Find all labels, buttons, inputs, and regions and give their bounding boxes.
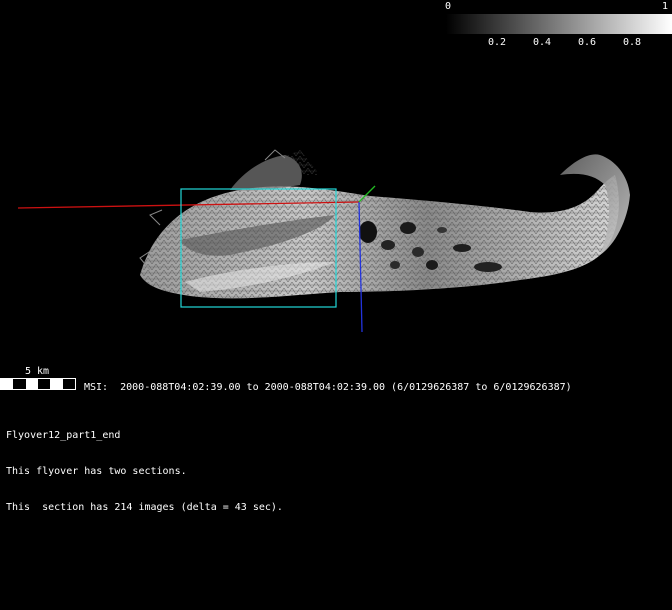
flyover-images-note: This section has 214 images (delta = 43 … — [6, 502, 283, 513]
msi-time-range: MSI: 2000-088T04:02:39.00 to 2000-088T04… — [84, 382, 572, 393]
flyover-info: Flyover12_part1_end This flyover has two… — [6, 406, 283, 526]
scale-bar-label: 5 km — [25, 366, 50, 377]
scale-bar — [0, 378, 76, 390]
asteroid-shape-model — [139, 149, 630, 299]
flyover-name: Flyover12_part1_end — [6, 430, 121, 441]
flyover-sections-note: This flyover has two sections. — [6, 466, 187, 477]
